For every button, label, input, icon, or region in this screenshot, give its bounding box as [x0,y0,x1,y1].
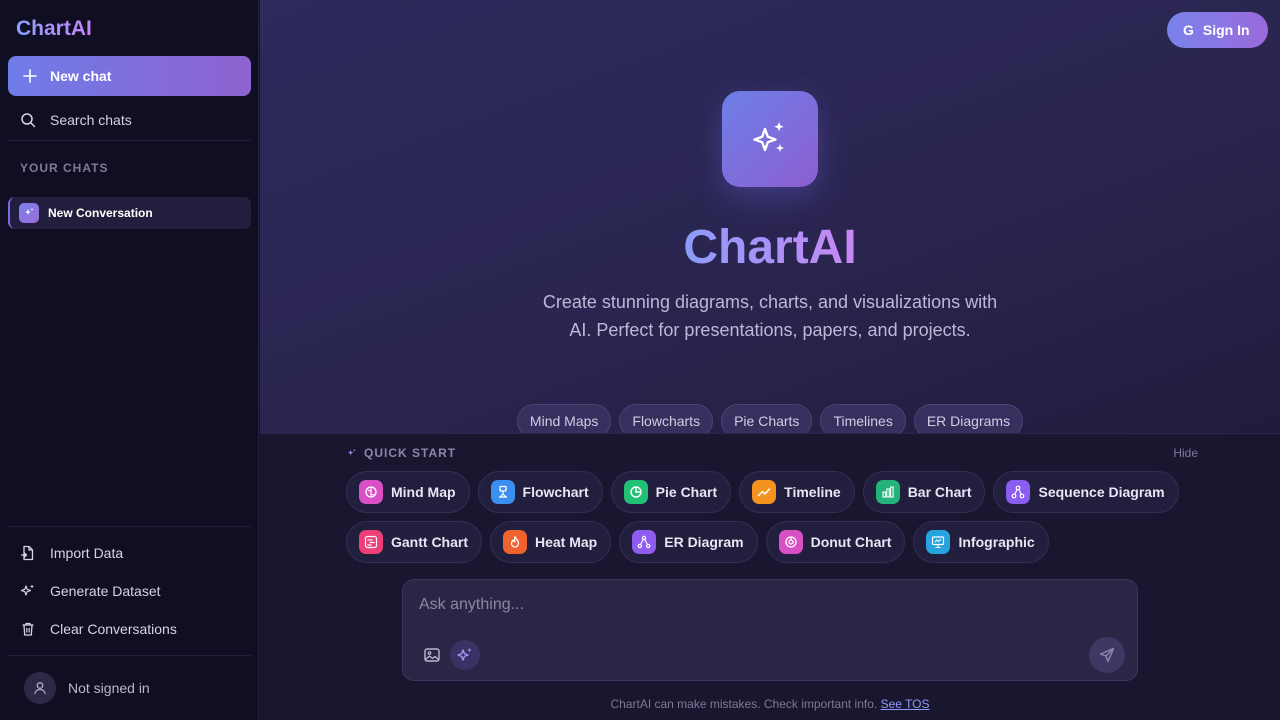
generate-dataset-label: Generate Dataset [50,583,161,599]
user-icon [34,682,46,695]
clear-conversations-button[interactable]: Clear Conversations [20,617,250,641]
hero-sparkles-icon [722,91,818,187]
hero-subtitle: Create stunning diagrams, charts, and vi… [542,292,998,340]
trend-icon [752,480,777,504]
send-button[interactable] [1089,637,1125,673]
import-data-button[interactable]: Import Data [20,541,250,565]
flame-icon [503,530,527,554]
hide-quick-start-button[interactable]: Hide [1173,446,1198,460]
user-status[interactable]: Not signed in [24,672,150,704]
quick-start-label: QUICK START [364,446,457,460]
chat-input[interactable] [419,592,1099,618]
your-chats-heading: YOUR CHATS [20,161,109,175]
divider [8,655,251,656]
quick-start-panel: QUICK START Hide Mind Map Flowchart Pie … [260,433,1280,720]
quick-start-row: Mind Map Flowchart Pie Chart Timeline Ba… [346,471,1179,513]
quick-start-label: ER Diagram [664,534,744,550]
import-data-label: Import Data [50,545,124,561]
quick-start-label: Mind Map [391,484,456,500]
quick-start-sequence-diagram[interactable]: Sequence Diagram [993,471,1179,513]
trash-icon [22,622,34,636]
attach-image-button[interactable] [417,640,447,670]
quick-start-timeline[interactable]: Timeline [739,471,855,513]
send-icon [1099,647,1115,663]
sign-in-button[interactable]: G Sign In [1167,12,1268,48]
google-icon: G [1183,22,1194,38]
quick-start-label: Pie Chart [655,484,718,500]
quick-start-bar-chart[interactable]: Bar Chart [862,471,986,513]
quick-start-heat-map[interactable]: Heat Map [490,521,612,563]
quick-start-label: Flowchart [522,484,589,500]
quick-start-mind-map[interactable]: Mind Map [346,471,470,513]
hero-title: ChartAI [260,220,1280,275]
divider [8,140,251,141]
quick-start-label: Timeline [784,484,841,500]
sparkles-icon [347,448,356,455]
bar-chart-icon [875,480,900,504]
generate-dataset-button[interactable]: Generate Dataset [20,579,250,603]
search-icon [21,113,36,128]
quick-start-donut-chart[interactable]: Donut Chart [765,521,906,563]
brain-icon [359,480,383,504]
file-import-icon [20,545,34,561]
chat-item-label: New Conversation [48,206,153,220]
search-chats-button[interactable]: Search chats [8,100,251,140]
composer [402,579,1138,681]
presentation-icon [926,530,951,554]
clear-conversations-label: Clear Conversations [50,621,177,637]
quick-start-row: Gantt Chart Heat Map ER Diagram Donut Ch… [346,521,1049,563]
pie-chart-icon [623,480,648,504]
disclaimer: ChartAI can make mistakes. Check importa… [260,697,1280,711]
new-chat-label: New chat [50,68,112,84]
network-icon [1006,480,1031,504]
avatar [24,672,56,704]
quick-start-infographic[interactable]: Infographic [913,521,1049,563]
image-icon [424,648,440,662]
user-status-label: Not signed in [68,680,150,696]
new-chat-button[interactable]: New chat [8,56,251,96]
quick-start-label: Donut Chart [810,534,892,550]
quick-start-gantt-chart[interactable]: Gantt Chart [346,521,482,563]
sparkles-icon [20,584,34,596]
sparkles-icon [457,648,472,661]
donut-icon [778,530,803,554]
quick-start-label: Bar Chart [907,484,972,500]
main-area: G Sign In ChartAI Create stunning diagra… [260,0,1280,720]
gantt-icon [359,530,383,554]
tos-link[interactable]: See TOS [881,697,930,711]
sign-in-label: Sign In [1202,22,1250,38]
quick-start-flowchart[interactable]: Flowchart [477,471,603,513]
ai-enhance-button[interactable] [450,640,480,670]
hero-title-text: ChartAI [683,221,857,274]
search-chats-label: Search chats [50,112,132,128]
quick-start-label: Sequence Diagram [1038,484,1165,500]
quick-start-er-diagram[interactable]: ER Diagram [619,521,758,563]
flow-icon [490,480,515,504]
quick-start-label: Heat Map [535,534,598,550]
er-icon [632,530,657,554]
disclaimer-text: ChartAI can make mistakes. Check importa… [610,697,878,711]
quick-start-label: Infographic [958,534,1035,550]
sidebar-brand: ChartAI [16,17,92,40]
sidebar: ChartAI New chat Search chats YOUR CHATS… [0,0,259,720]
quick-start-heading: QUICK START [346,446,456,460]
divider [8,526,251,527]
quick-start-pie-chart[interactable]: Pie Chart [610,471,732,513]
quick-start-label: Gantt Chart [391,534,468,550]
chat-item[interactable]: New Conversation [8,197,251,229]
plus-icon [23,69,37,83]
sparkles-icon [19,203,39,223]
